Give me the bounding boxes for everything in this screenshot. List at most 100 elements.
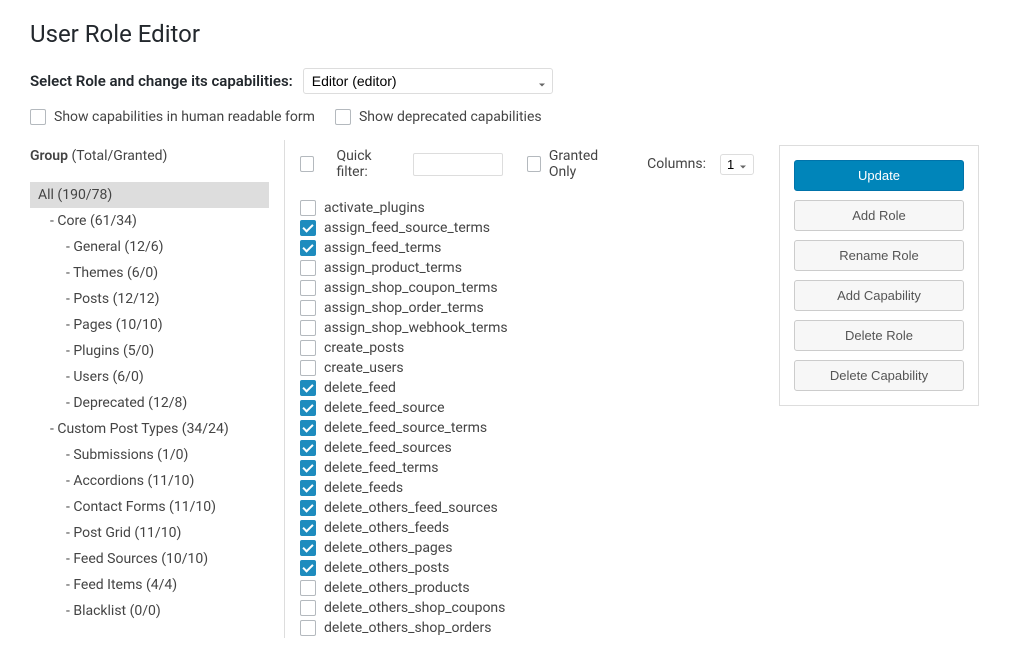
capability-checkbox[interactable] xyxy=(300,400,316,416)
capability-label: delete_others_products xyxy=(324,580,470,596)
capability-label: delete_others_posts xyxy=(324,560,449,576)
capability-row: delete_others_products xyxy=(300,578,754,598)
capability-row: assign_shop_order_terms xyxy=(300,298,754,318)
group-tree-item[interactable]: - Accordions (11/10) xyxy=(30,468,269,494)
role-select-row: Select Role and change its capabilities:… xyxy=(30,68,979,94)
capability-label: delete_others_pages xyxy=(324,540,452,556)
capability-row: delete_others_pages xyxy=(300,538,754,558)
capabilities-list: activate_plugins assign_feed_source_terms… xyxy=(300,198,754,638)
role-select[interactable]: Editor (editor) xyxy=(303,68,553,94)
capability-checkbox[interactable] xyxy=(300,280,316,296)
granted-only-option[interactable]: Granted Only xyxy=(527,148,620,180)
capability-checkbox[interactable] xyxy=(300,620,316,636)
quick-filter-input[interactable] xyxy=(413,153,503,176)
capability-label: create_users xyxy=(324,360,404,376)
human-readable-option[interactable]: Show capabilities in human readable form xyxy=(30,109,315,125)
capability-label: assign_feed_source_terms xyxy=(324,220,490,236)
group-tree-item[interactable]: - General (12/6) xyxy=(30,234,269,260)
capabilities-panel: Quick filter: Granted Only Columns: 1 ac… xyxy=(285,140,769,638)
delete-role-button[interactable]: Delete Role xyxy=(794,320,964,351)
capability-row: delete_feed_source_terms xyxy=(300,418,754,438)
group-tree-item[interactable]: - Plugins (5/0) xyxy=(30,338,269,364)
capability-row: delete_others_shop_coupons xyxy=(300,598,754,618)
capability-checkbox[interactable] xyxy=(300,200,316,216)
group-tree-item[interactable]: - Core (61/34) xyxy=(30,208,269,234)
capability-checkbox[interactable] xyxy=(300,520,316,536)
capability-label: assign_product_terms xyxy=(324,260,462,276)
capability-label: delete_feed_source_terms xyxy=(324,420,487,436)
select-role-label: Select Role and change its capabilities: xyxy=(30,72,293,90)
group-tree-item[interactable]: - Contact Forms (11/10) xyxy=(30,494,269,520)
capability-checkbox[interactable] xyxy=(300,480,316,496)
group-tree-item[interactable]: - Users (6/0) xyxy=(30,364,269,390)
capability-checkbox[interactable] xyxy=(300,380,316,396)
capability-row: activate_plugins xyxy=(300,198,754,218)
capability-row: delete_feed_terms xyxy=(300,458,754,478)
capability-row: delete_feed_sources xyxy=(300,438,754,458)
capability-label: delete_feed xyxy=(324,380,396,396)
capability-label: delete_feed_terms xyxy=(324,460,438,476)
group-tree-item[interactable]: - Posts (12/12) xyxy=(30,286,269,312)
human-readable-checkbox[interactable] xyxy=(30,109,46,125)
capability-label: delete_feed_sources xyxy=(324,440,452,456)
deprecated-label: Show deprecated capabilities xyxy=(359,109,542,125)
capability-row: delete_feeds xyxy=(300,478,754,498)
capability-checkbox[interactable] xyxy=(300,320,316,336)
capability-label: assign_shop_webhook_terms xyxy=(324,320,508,336)
select-all-checkbox[interactable] xyxy=(300,156,314,172)
group-tree-item[interactable]: - Themes (6/0) xyxy=(30,260,269,286)
human-readable-label: Show capabilities in human readable form xyxy=(54,109,315,125)
capability-checkbox[interactable] xyxy=(300,580,316,596)
capability-checkbox[interactable] xyxy=(300,420,316,436)
group-tree-item[interactable]: - Feed Sources (10/10) xyxy=(30,546,269,572)
capability-checkbox[interactable] xyxy=(300,260,316,276)
group-tree-item[interactable]: - Custom Post Types (34/24) xyxy=(30,416,269,442)
delete-capability-button[interactable]: Delete Capability xyxy=(794,360,964,391)
capability-checkbox[interactable] xyxy=(300,600,316,616)
capability-label: create_posts xyxy=(324,340,404,356)
capability-label: assign_feed_terms xyxy=(324,240,441,256)
capability-checkbox[interactable] xyxy=(300,340,316,356)
deprecated-option[interactable]: Show deprecated capabilities xyxy=(335,109,542,125)
capability-checkbox[interactable] xyxy=(300,540,316,556)
capability-label: delete_others_shop_orders xyxy=(324,620,491,636)
capability-row: create_users xyxy=(300,358,754,378)
group-tree-item[interactable]: - Pages (10/10) xyxy=(30,312,269,338)
group-tree-item[interactable]: - Submissions (1/0) xyxy=(30,442,269,468)
add-capability-button[interactable]: Add Capability xyxy=(794,280,964,311)
group-tree-item[interactable]: - Post Grid (11/10) xyxy=(30,520,269,546)
granted-only-label: Granted Only xyxy=(549,148,619,180)
granted-only-checkbox[interactable] xyxy=(527,156,541,172)
capability-checkbox[interactable] xyxy=(300,500,316,516)
columns-select[interactable]: 1 xyxy=(720,154,754,175)
deprecated-checkbox[interactable] xyxy=(335,109,351,125)
capability-row: delete_feed_source xyxy=(300,398,754,418)
capability-checkbox[interactable] xyxy=(300,240,316,256)
rename-role-button[interactable]: Rename Role xyxy=(794,240,964,271)
capability-row: delete_others_feed_sources xyxy=(300,498,754,518)
group-header: Group (Total/Granted) xyxy=(30,148,269,164)
group-tree-item[interactable]: - Deprecated (12/8) xyxy=(30,390,269,416)
capability-row: delete_others_shop_orders xyxy=(300,618,754,638)
capability-row: create_posts xyxy=(300,338,754,358)
capability-checkbox[interactable] xyxy=(300,360,316,376)
update-button[interactable]: Update xyxy=(794,160,964,191)
group-tree-item[interactable]: All (190/78) xyxy=(30,182,269,208)
capability-row: assign_product_terms xyxy=(300,258,754,278)
filter-row: Quick filter: Granted Only Columns: 1 xyxy=(300,148,754,180)
group-tree-item[interactable]: - Feed Items (4/4) xyxy=(30,572,269,598)
capability-label: delete_feeds xyxy=(324,480,403,496)
quick-filter-label: Quick filter: xyxy=(336,148,398,180)
capability-checkbox[interactable] xyxy=(300,220,316,236)
capability-checkbox[interactable] xyxy=(300,560,316,576)
capability-row: assign_shop_coupon_terms xyxy=(300,278,754,298)
columns-label: Columns: xyxy=(647,156,706,172)
group-tree-item[interactable]: - Blacklist (0/0) xyxy=(30,598,269,624)
capability-checkbox[interactable] xyxy=(300,460,316,476)
capability-checkbox[interactable] xyxy=(300,300,316,316)
add-role-button[interactable]: Add Role xyxy=(794,200,964,231)
capability-label: activate_plugins xyxy=(324,200,425,216)
group-panel: Group (Total/Granted) All (190/78)- Core… xyxy=(30,140,285,638)
capability-label: delete_others_shop_coupons xyxy=(324,600,505,616)
capability-checkbox[interactable] xyxy=(300,440,316,456)
